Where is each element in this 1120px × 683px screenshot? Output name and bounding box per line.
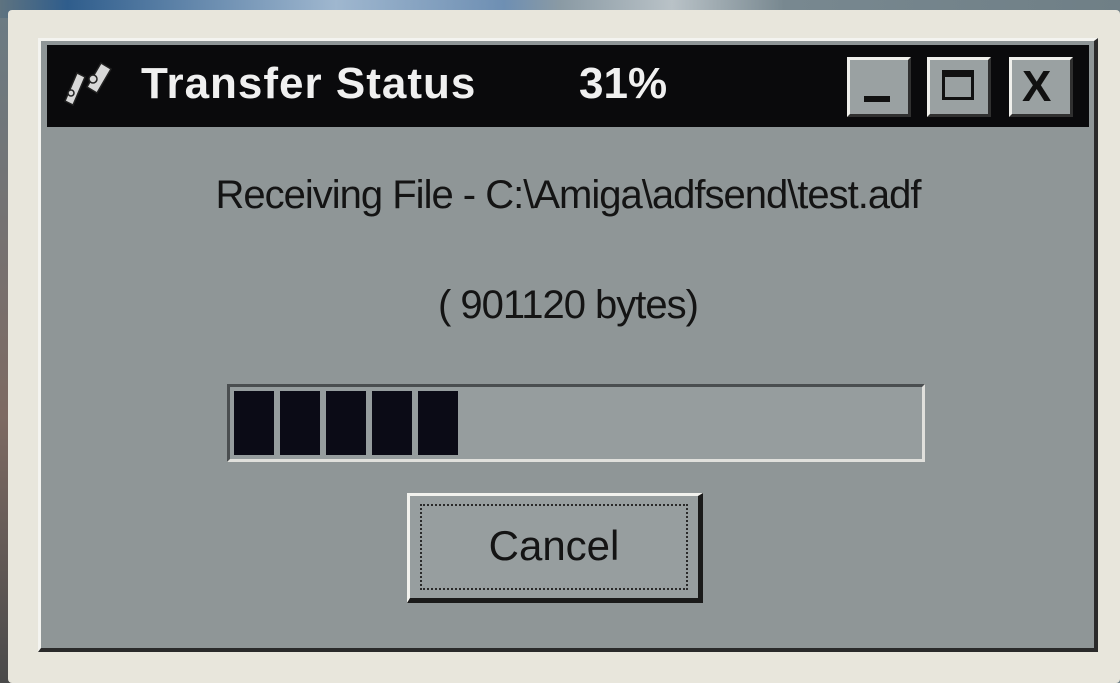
progress-block bbox=[234, 391, 274, 455]
close-icon: X bbox=[1022, 62, 1052, 111]
maximize-icon bbox=[942, 70, 974, 100]
cancel-button[interactable]: Cancel bbox=[407, 493, 703, 603]
close-button[interactable]: X bbox=[1009, 57, 1073, 117]
transfer-status-dialog: Transfer Status 31% X Receiving File - C… bbox=[38, 38, 1098, 652]
minimize-icon bbox=[864, 96, 890, 102]
file-size-text: ( 901120 bytes) bbox=[438, 283, 699, 327]
receiving-file-text: Receiving File - C:\Amiga\adfsend\test.a… bbox=[215, 173, 921, 217]
progress-block bbox=[372, 391, 412, 455]
title-percent: 31% bbox=[579, 59, 668, 108]
progress-block bbox=[280, 391, 320, 455]
window-title: Transfer Status bbox=[141, 59, 477, 108]
cancel-button-label: Cancel bbox=[488, 522, 620, 569]
minimize-button[interactable] bbox=[847, 57, 911, 117]
progress-block bbox=[418, 391, 458, 455]
progress-fill bbox=[234, 391, 458, 455]
maximize-button[interactable] bbox=[927, 57, 991, 117]
progress-bar bbox=[227, 384, 925, 462]
transfer-icon[interactable] bbox=[57, 57, 121, 113]
title-bar[interactable]: Transfer Status 31% X bbox=[47, 45, 1089, 127]
progress-block bbox=[326, 391, 366, 455]
